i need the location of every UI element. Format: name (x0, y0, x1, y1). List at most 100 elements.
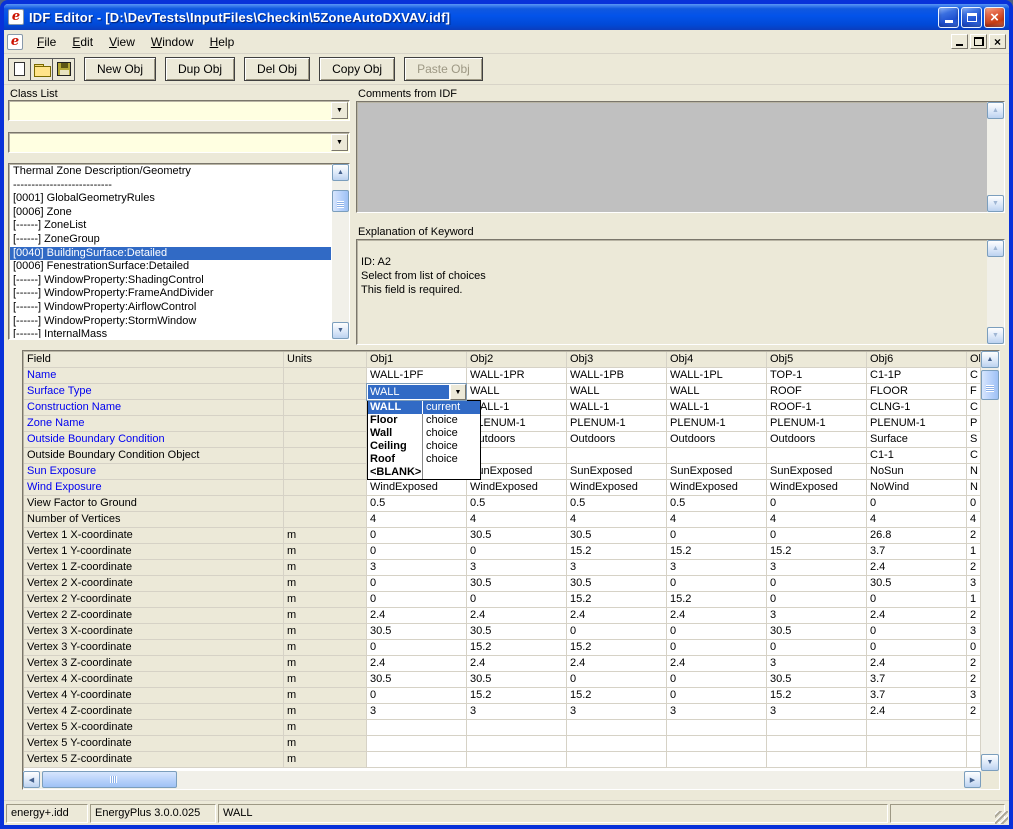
grid-cell[interactable] (967, 720, 981, 736)
grid-cell[interactable]: 30.5 (567, 576, 667, 592)
grid-cell[interactable]: 3 (367, 560, 467, 576)
grid-cell[interactable]: 2 (967, 608, 981, 624)
grid-cell[interactable]: 3 (767, 608, 867, 624)
grid-cell[interactable] (567, 736, 667, 752)
grid-cell[interactable]: 3 (467, 560, 567, 576)
grid-cell[interactable]: NoWind (867, 480, 967, 496)
scroll-up-button[interactable]: ▲ (987, 240, 1004, 257)
grid-cell[interactable] (367, 720, 467, 736)
resize-grip[interactable] (995, 811, 1008, 824)
document-icon[interactable]: e (7, 34, 23, 50)
grid-cell[interactable]: PLENUM-1 (767, 416, 867, 432)
grid-cell[interactable] (867, 736, 967, 752)
grid-cell[interactable]: 2 (967, 528, 981, 544)
dropdown-option-blank[interactable]: <BLANK> (368, 466, 480, 479)
grid-cell[interactable]: Outdoors (767, 432, 867, 448)
grid-cell[interactable]: 26.8 (867, 528, 967, 544)
scroll-up-button[interactable]: ▲ (987, 102, 1004, 119)
combo-2-dropdown-button[interactable]: ▼ (331, 134, 348, 151)
grid-cell[interactable]: 2.4 (867, 608, 967, 624)
grid-cell[interactable] (467, 448, 567, 464)
mdi-minimize-button[interactable] (951, 34, 968, 49)
grid-cell[interactable]: 3.7 (867, 688, 967, 704)
grid-cell[interactable]: 3 (367, 704, 467, 720)
grid-cell[interactable]: 2 (967, 672, 981, 688)
grid-cell[interactable]: ROOF (767, 384, 867, 400)
grid-header-field[interactable]: Field (24, 352, 284, 368)
grid-cell[interactable] (667, 752, 767, 768)
grid-cell[interactable] (867, 752, 967, 768)
grid-cell[interactable]: 30.5 (767, 672, 867, 688)
minimize-button[interactable] (938, 7, 959, 28)
grid-cell[interactable]: 30.5 (767, 624, 867, 640)
class-list-item[interactable]: --------------------------- (10, 179, 331, 193)
toolbar-button-del-obj[interactable]: Del Obj (244, 57, 310, 81)
grid-cell[interactable]: 0 (667, 688, 767, 704)
grid-cell[interactable]: P (967, 416, 981, 432)
toolbar-button-new-obj[interactable]: New Obj (84, 57, 156, 81)
grid-cell[interactable]: 3 (767, 656, 867, 672)
grid-cell[interactable]: 0 (367, 544, 467, 560)
dropdown-option-floor[interactable]: Floorchoice (368, 414, 480, 427)
close-button[interactable]: × (984, 7, 1005, 28)
grid-cell[interactable]: 15.2 (567, 544, 667, 560)
scroll-up-button[interactable]: ▲ (332, 164, 349, 181)
grid-cell[interactable]: 0 (367, 528, 467, 544)
grid-cell[interactable]: 30.5 (467, 672, 567, 688)
class-list-item[interactable]: [------] ZoneGroup (10, 233, 331, 247)
grid-cell[interactable]: PLENUM-1 (567, 416, 667, 432)
grid-cell[interactable]: 3 (567, 560, 667, 576)
class-list-item[interactable]: [0001] GlobalGeometryRules (10, 192, 331, 206)
grid-cell[interactable]: CLNG-1 (867, 400, 967, 416)
scroll-thumb[interactable] (981, 370, 999, 400)
grid-cell[interactable]: C1-1P (867, 368, 967, 384)
grid-cell[interactable]: WALL (567, 384, 667, 400)
grid-cell[interactable]: 0 (667, 672, 767, 688)
grid-cell[interactable] (667, 720, 767, 736)
grid-cell[interactable]: PLENUM-1 (667, 416, 767, 432)
scroll-thumb[interactable] (332, 190, 349, 212)
grid-cell[interactable]: 2 (967, 704, 981, 720)
scroll-thumb[interactable] (42, 771, 177, 788)
mdi-close-button[interactable]: × (989, 34, 1006, 49)
new-file-button[interactable] (8, 58, 31, 81)
scroll-right-button[interactable]: ▶ (964, 771, 981, 788)
grid-cell[interactable] (667, 736, 767, 752)
grid-cell[interactable]: 0.5 (467, 496, 567, 512)
grid-cell[interactable]: PLENUM-1 (867, 416, 967, 432)
menu-item-view[interactable]: View (101, 32, 143, 52)
grid-cell[interactable]: 2.4 (567, 656, 667, 672)
grid-cell[interactable]: SunExposed (567, 464, 667, 480)
grid-cell[interactable]: 0 (767, 640, 867, 656)
grid-cell[interactable]: Outdoors (667, 432, 767, 448)
grid-cell[interactable]: 4 (367, 512, 467, 528)
combo-dropdown-button[interactable]: ▼ (450, 384, 466, 400)
grid-cell[interactable]: 2.4 (467, 608, 567, 624)
class-list-item[interactable]: [------] WindowProperty:AirflowControl (10, 301, 331, 315)
class-list-item[interactable]: [------] WindowProperty:FrameAndDivider (10, 287, 331, 301)
grid-cell[interactable]: 0 (767, 528, 867, 544)
grid-header-obj3[interactable]: Obj3 (567, 352, 667, 368)
grid-cell[interactable] (467, 752, 567, 768)
grid-cell[interactable]: C (967, 368, 981, 384)
grid-cell[interactable]: 0 (667, 624, 767, 640)
grid-cell[interactable]: 15.2 (567, 592, 667, 608)
grid-cell[interactable] (467, 736, 567, 752)
scroll-up-button[interactable]: ▲ (981, 351, 999, 368)
grid-cell[interactable]: FLOOR (867, 384, 967, 400)
grid-cell[interactable]: WindExposed (567, 480, 667, 496)
menu-item-edit[interactable]: Edit (64, 32, 101, 52)
dropdown-option-wall[interactable]: WALLcurrent (368, 401, 480, 414)
grid-cell[interactable] (967, 736, 981, 752)
grid-cell[interactable]: 15.2 (767, 544, 867, 560)
grid-cell[interactable]: 3.7 (867, 672, 967, 688)
grid-cell[interactable]: WindExposed (667, 480, 767, 496)
grid-cell[interactable]: C1-1 (867, 448, 967, 464)
grid-cell[interactable]: 2.4 (467, 656, 567, 672)
menu-item-window[interactable]: Window (143, 32, 202, 52)
grid-cell[interactable]: 0 (567, 624, 667, 640)
grid-cell[interactable]: 3 (767, 560, 867, 576)
grid-cell[interactable]: 2.4 (667, 656, 767, 672)
grid-cell[interactable]: 3 (967, 624, 981, 640)
grid-cell[interactable]: 2.4 (367, 608, 467, 624)
